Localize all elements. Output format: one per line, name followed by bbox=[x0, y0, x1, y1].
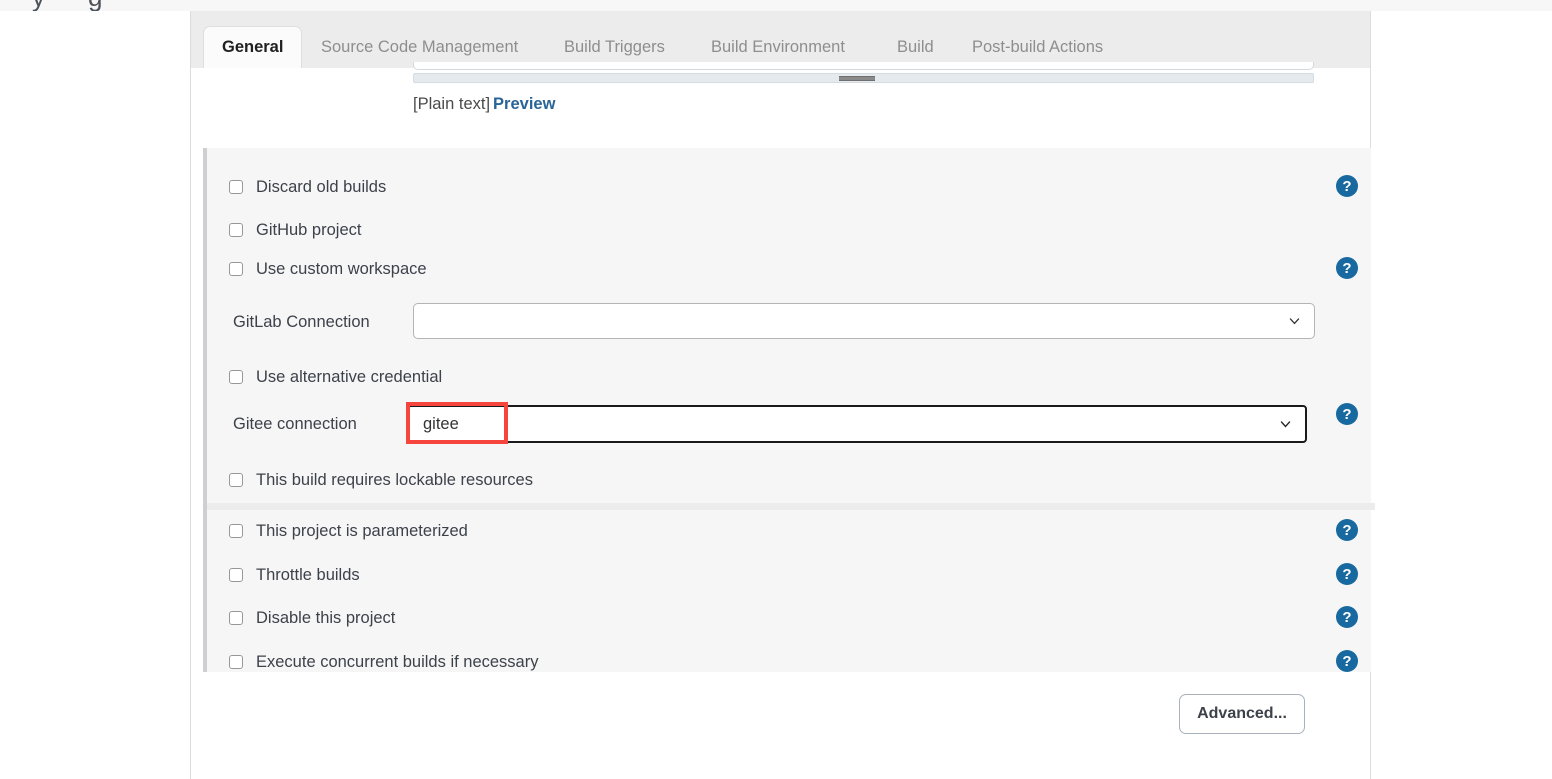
page-heading-clipped-strip: y g bbox=[0, 0, 1552, 11]
help-icon-throttle-builds[interactable]: ? bbox=[1336, 563, 1358, 585]
chevron-down-icon bbox=[1289, 318, 1300, 325]
checkbox-discard-old-builds[interactable] bbox=[229, 180, 243, 194]
checkbox-github-project[interactable] bbox=[229, 223, 243, 237]
checkbox-concurrent-builds[interactable] bbox=[229, 655, 243, 669]
checkbox-use-alternative-credential[interactable] bbox=[229, 370, 243, 384]
help-icon-disable-project[interactable]: ? bbox=[1336, 606, 1358, 628]
help-icon-use-custom-workspace[interactable]: ? bbox=[1336, 257, 1358, 279]
checkbox-label-lockable-resources: This build requires lockable resources bbox=[256, 470, 533, 489]
checkbox-row-project-parameterized[interactable]: This project is parameterized bbox=[229, 520, 468, 542]
checkbox-label-github-project: GitHub project bbox=[256, 220, 362, 239]
checkbox-label-use-alternative-credential: Use alternative credential bbox=[256, 367, 443, 386]
help-icon-gitee-connection[interactable]: ? bbox=[1336, 403, 1358, 425]
checkbox-throttle-builds[interactable] bbox=[229, 568, 243, 582]
resize-grip-icon[interactable] bbox=[839, 76, 875, 81]
checkbox-use-custom-workspace[interactable] bbox=[229, 262, 243, 276]
help-icon-project-parameterized[interactable]: ? bbox=[1336, 519, 1358, 541]
select-value-gitee-connection: gitee bbox=[423, 414, 459, 433]
checkbox-row-discard-old-builds[interactable]: Discard old builds bbox=[229, 176, 386, 198]
select-gitee-connection[interactable]: gitee bbox=[407, 405, 1307, 443]
chevron-down-icon bbox=[1280, 421, 1291, 428]
clipped-heading-glyph-1: y bbox=[32, 0, 45, 10]
checkbox-row-use-alternative-credential[interactable]: Use alternative credential bbox=[229, 366, 442, 388]
field-row-gitee-connection: Gitee connection gitee bbox=[207, 398, 1375, 456]
select-gitlab-connection[interactable] bbox=[413, 303, 1315, 339]
preview-link[interactable]: Preview bbox=[493, 95, 555, 113]
general-settings-section: Discard old builds GitHub project Use cu… bbox=[203, 148, 1375, 673]
label-gitlab-connection: GitLab Connection bbox=[233, 313, 370, 331]
job-config-panel: [Plain text] Preview Discard old builds G… bbox=[190, 62, 1375, 779]
markup-type-label: [Plain text] bbox=[413, 95, 491, 113]
checkbox-label-project-parameterized: This project is parameterized bbox=[256, 521, 468, 540]
checkbox-lockable-resources[interactable] bbox=[229, 473, 243, 487]
checkbox-row-concurrent-builds[interactable]: Execute concurrent builds if necessary bbox=[229, 651, 538, 673]
checkbox-label-discard-old-builds: Discard old builds bbox=[256, 177, 387, 196]
config-tab-bar: General Source Code Management Build Tri… bbox=[190, 11, 1371, 68]
checkbox-label-throttle-builds: Throttle builds bbox=[256, 565, 360, 584]
field-row-gitlab-connection: GitLab Connection bbox=[207, 296, 1375, 354]
help-icon-discard-old-builds[interactable]: ? bbox=[1336, 175, 1358, 197]
checkbox-row-disable-project[interactable]: Disable this project bbox=[229, 607, 395, 629]
description-resize-bar[interactable] bbox=[413, 73, 1314, 83]
checkbox-row-use-custom-workspace[interactable]: Use custom workspace bbox=[229, 258, 427, 280]
description-textarea[interactable] bbox=[413, 62, 1314, 70]
checkbox-label-concurrent-builds: Execute concurrent builds if necessary bbox=[256, 652, 539, 671]
help-icon-concurrent-builds[interactable]: ? bbox=[1336, 650, 1358, 672]
section-divider bbox=[207, 503, 1375, 510]
clipped-heading-glyph-2: g bbox=[88, 0, 102, 10]
checkbox-row-github-project[interactable]: GitHub project bbox=[229, 219, 361, 241]
advanced-button[interactable]: Advanced... bbox=[1179, 694, 1305, 734]
label-gitee-connection: Gitee connection bbox=[233, 415, 357, 433]
checkbox-row-lockable-resources[interactable]: This build requires lockable resources bbox=[229, 469, 533, 491]
tab-general[interactable]: General bbox=[203, 26, 303, 68]
checkbox-label-disable-project: Disable this project bbox=[256, 608, 396, 627]
checkbox-disable-project[interactable] bbox=[229, 611, 243, 625]
checkbox-project-parameterized[interactable] bbox=[229, 524, 243, 538]
checkbox-row-throttle-builds[interactable]: Throttle builds bbox=[229, 564, 360, 586]
description-markup-row: [Plain text] Preview bbox=[413, 95, 555, 114]
checkbox-label-use-custom-workspace: Use custom workspace bbox=[256, 259, 427, 278]
